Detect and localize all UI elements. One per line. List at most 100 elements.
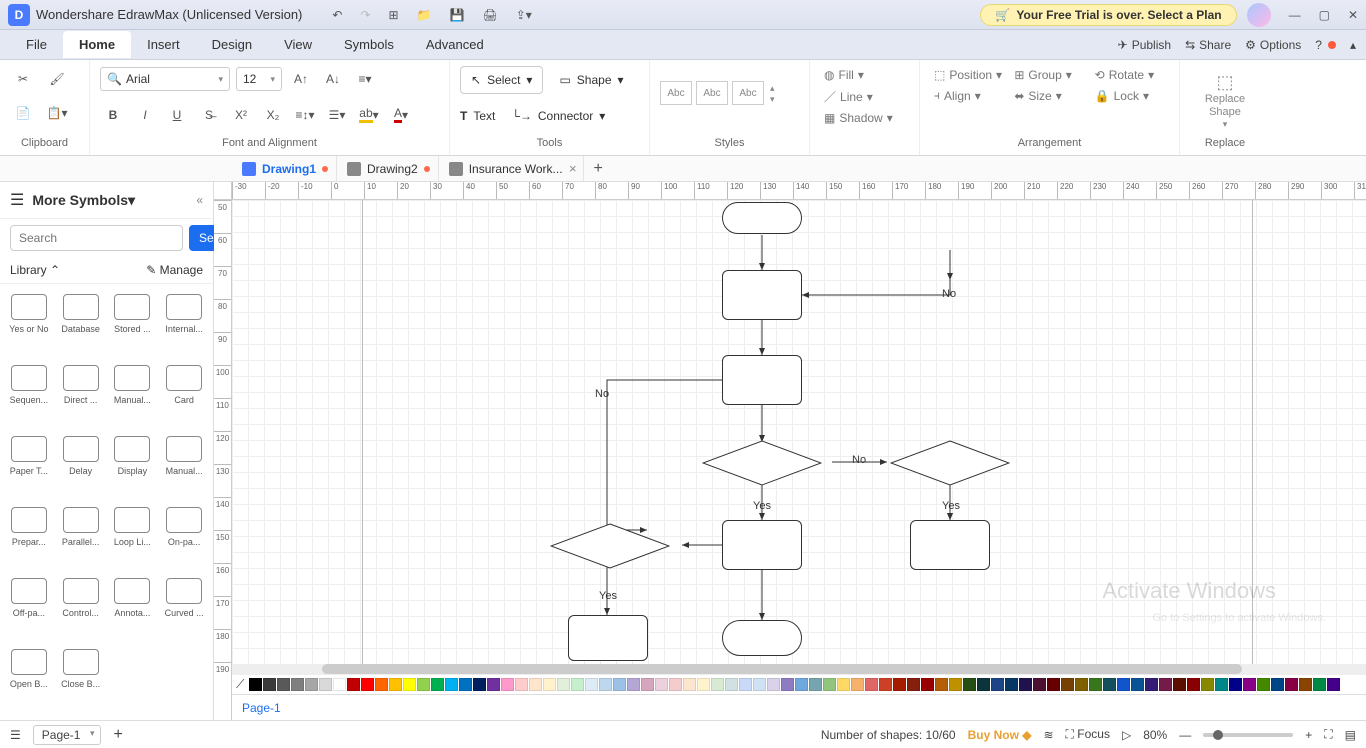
shape-stencil[interactable]: Internal...: [159, 290, 209, 359]
maximize-icon[interactable]: ▢: [1319, 8, 1330, 22]
align-button[interactable]: ⫞ Align▾: [930, 86, 1008, 105]
color-swatch[interactable]: [1005, 678, 1018, 691]
color-swatch[interactable]: [1299, 678, 1312, 691]
color-swatch[interactable]: [1103, 678, 1116, 691]
color-swatch[interactable]: [1285, 678, 1298, 691]
cut-icon[interactable]: ✂: [10, 66, 36, 92]
line-button[interactable]: ／ Line ▾: [820, 86, 909, 107]
lock-button[interactable]: 🔒 Lock▾: [1091, 86, 1169, 105]
color-swatch[interactable]: [305, 678, 318, 691]
page-tab-active[interactable]: Page-1: [242, 701, 281, 715]
fill-button[interactable]: ◍ Fill ▾: [820, 66, 909, 84]
color-swatch[interactable]: [1061, 678, 1074, 691]
color-swatch[interactable]: [1173, 678, 1186, 691]
strike-icon[interactable]: S̶: [196, 102, 222, 128]
add-tab-button[interactable]: +: [584, 160, 613, 178]
color-swatch[interactable]: [753, 678, 766, 691]
horizontal-scrollbar[interactable]: [232, 664, 1366, 674]
shape-stencil[interactable]: Prepar...: [4, 503, 54, 572]
color-swatch[interactable]: [963, 678, 976, 691]
color-swatch[interactable]: [291, 678, 304, 691]
hamburger-icon[interactable]: ☰: [10, 190, 24, 210]
menu-insert[interactable]: Insert: [131, 31, 196, 58]
decrease-font-icon[interactable]: A↓: [320, 66, 346, 92]
paste-icon[interactable]: 📋▾: [44, 100, 70, 126]
page-select[interactable]: Page-1: [33, 725, 102, 745]
color-swatch[interactable]: [263, 678, 276, 691]
color-swatch[interactable]: [1257, 678, 1270, 691]
shape-stencil[interactable]: Card: [159, 361, 209, 430]
flow-decision-3[interactable]: [550, 523, 670, 569]
color-swatch[interactable]: [1215, 678, 1228, 691]
shape-stencil[interactable]: Manual...: [159, 432, 209, 501]
color-swatch[interactable]: [893, 678, 906, 691]
font-size-select[interactable]: 12▾: [236, 67, 282, 91]
collapse-ribbon-icon[interactable]: ▴: [1350, 38, 1356, 52]
color-swatch[interactable]: [767, 678, 780, 691]
focus-toggle[interactable]: ⛶ Focus: [1066, 727, 1110, 742]
shape-stencil[interactable]: Control...: [56, 574, 106, 643]
color-swatch[interactable]: [1159, 678, 1172, 691]
font-family-select[interactable]: 🔍 Arial▾: [100, 67, 230, 91]
flow-process-3[interactable]: [722, 520, 802, 570]
copy-icon[interactable]: 📄: [10, 100, 36, 126]
color-swatch[interactable]: [641, 678, 654, 691]
color-swatch[interactable]: [1201, 678, 1214, 691]
panels-icon[interactable]: ▤: [1345, 728, 1356, 742]
color-swatch[interactable]: [879, 678, 892, 691]
color-swatch[interactable]: [459, 678, 472, 691]
color-swatch[interactable]: [501, 678, 514, 691]
new-icon[interactable]: ⊞: [389, 8, 399, 22]
symbol-search-input[interactable]: [10, 225, 183, 251]
color-swatch[interactable]: [1313, 678, 1326, 691]
color-swatch[interactable]: [907, 678, 920, 691]
increase-font-icon[interactable]: A↑: [288, 66, 314, 92]
color-swatch[interactable]: [1047, 678, 1060, 691]
user-avatar[interactable]: [1247, 3, 1271, 27]
shape-stencil[interactable]: Paper T...: [4, 432, 54, 501]
color-swatch[interactable]: [1229, 678, 1242, 691]
color-swatch[interactable]: [445, 678, 458, 691]
color-swatch[interactable]: [1089, 678, 1102, 691]
menu-home[interactable]: Home: [63, 31, 131, 58]
color-swatch[interactable]: [473, 678, 486, 691]
text-tool[interactable]: T Text: [460, 109, 495, 123]
color-swatch[interactable]: [487, 678, 500, 691]
color-swatch[interactable]: [599, 678, 612, 691]
color-swatch[interactable]: [613, 678, 626, 691]
italic-icon[interactable]: I: [132, 102, 158, 128]
flow-process-4[interactable]: [910, 520, 990, 570]
shape-stencil[interactable]: Stored ...: [108, 290, 158, 359]
tab-drawing1[interactable]: Drawing1: [232, 156, 337, 181]
tab-drawing2[interactable]: Drawing2: [337, 156, 439, 181]
color-swatch[interactable]: [249, 678, 262, 691]
color-swatch[interactable]: [865, 678, 878, 691]
font-color-icon[interactable]: A▾: [388, 102, 414, 128]
color-swatch[interactable]: [333, 678, 346, 691]
color-swatch[interactable]: [1145, 678, 1158, 691]
shape-stencil[interactable]: Off-pa...: [4, 574, 54, 643]
zoom-slider[interactable]: [1203, 733, 1293, 737]
shape-stencil[interactable]: Manual...: [108, 361, 158, 430]
bullets-icon[interactable]: ☰▾: [324, 102, 350, 128]
color-swatch[interactable]: [991, 678, 1004, 691]
shape-stencil[interactable]: Curved ...: [159, 574, 209, 643]
color-swatch[interactable]: [795, 678, 808, 691]
layers-icon[interactable]: ≋: [1043, 728, 1053, 742]
drawing-canvas[interactable]: No No No Yes Yes Yes Activate Windows Go…: [232, 200, 1366, 674]
position-button[interactable]: ⬚ Position▾: [930, 66, 1008, 84]
presentation-icon[interactable]: ▷: [1122, 728, 1131, 742]
highlight-icon[interactable]: ab▾: [356, 102, 382, 128]
color-swatch[interactable]: [1117, 678, 1130, 691]
color-swatch[interactable]: [361, 678, 374, 691]
shape-stencil[interactable]: Parallel...: [56, 503, 106, 572]
save-icon[interactable]: 💾: [450, 8, 465, 22]
replace-shape-button[interactable]: ⬚ Replace Shape ▾: [1190, 66, 1260, 130]
color-swatch[interactable]: [417, 678, 430, 691]
color-swatch[interactable]: [781, 678, 794, 691]
color-swatch[interactable]: [347, 678, 360, 691]
color-swatch[interactable]: [935, 678, 948, 691]
color-swatch[interactable]: [431, 678, 444, 691]
minimize-icon[interactable]: —: [1289, 8, 1301, 22]
connector-tool[interactable]: └→ Connector ▾: [511, 109, 605, 123]
